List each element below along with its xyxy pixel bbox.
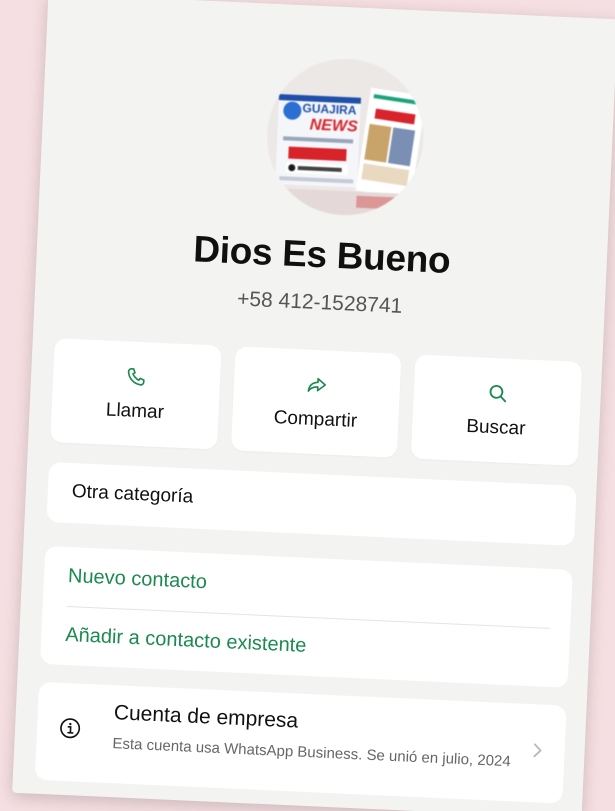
business-account-description: Esta cuenta usa WhatsApp Business. Se un… xyxy=(112,735,512,771)
screenshot-scene: GUAJIRA NEWS Dios Es Bueno +58 412-15287… xyxy=(0,0,615,811)
chevron-right-icon xyxy=(532,742,543,758)
add-existing-contact-link[interactable]: Añadir a contacto existente xyxy=(65,624,307,658)
share-arrow-icon xyxy=(304,373,329,398)
share-button[interactable]: Compartir xyxy=(230,346,402,458)
new-contact-link[interactable]: Nuevo contacto xyxy=(67,565,208,594)
call-label: Llamar xyxy=(105,399,165,424)
avatar-brand-line1: GUAJIRA xyxy=(302,101,357,117)
contact-options-card: Nuevo contacto Añadir a contacto existen… xyxy=(40,545,573,688)
phone-icon xyxy=(124,364,149,389)
search-label: Buscar xyxy=(465,415,526,440)
action-buttons: Llamar Compartir Buscar xyxy=(50,338,583,466)
divider xyxy=(66,605,551,629)
category-card: Otra categoría xyxy=(46,461,577,546)
contact-name: Dios Es Bueno xyxy=(192,228,452,281)
avatar-brand-line2: NEWS xyxy=(309,116,358,135)
avatar-image: GUAJIRA NEWS xyxy=(263,55,427,219)
search-button[interactable]: Buscar xyxy=(411,354,583,466)
contact-phone-number: +58 412-1528741 xyxy=(236,287,403,318)
call-button[interactable]: Llamar xyxy=(50,338,222,450)
business-account-card[interactable]: Cuenta de empresa Esta cuenta usa WhatsA… xyxy=(34,681,567,804)
contact-info-screen: GUAJIRA NEWS Dios Es Bueno +58 412-15287… xyxy=(12,0,615,811)
category-label: Otra categoría xyxy=(71,481,194,508)
share-label: Compartir xyxy=(273,407,358,432)
business-account-title: Cuenta de empresa xyxy=(113,701,299,733)
search-icon xyxy=(485,381,510,406)
profile-avatar[interactable]: GUAJIRA NEWS xyxy=(263,55,427,219)
info-icon xyxy=(59,717,82,740)
